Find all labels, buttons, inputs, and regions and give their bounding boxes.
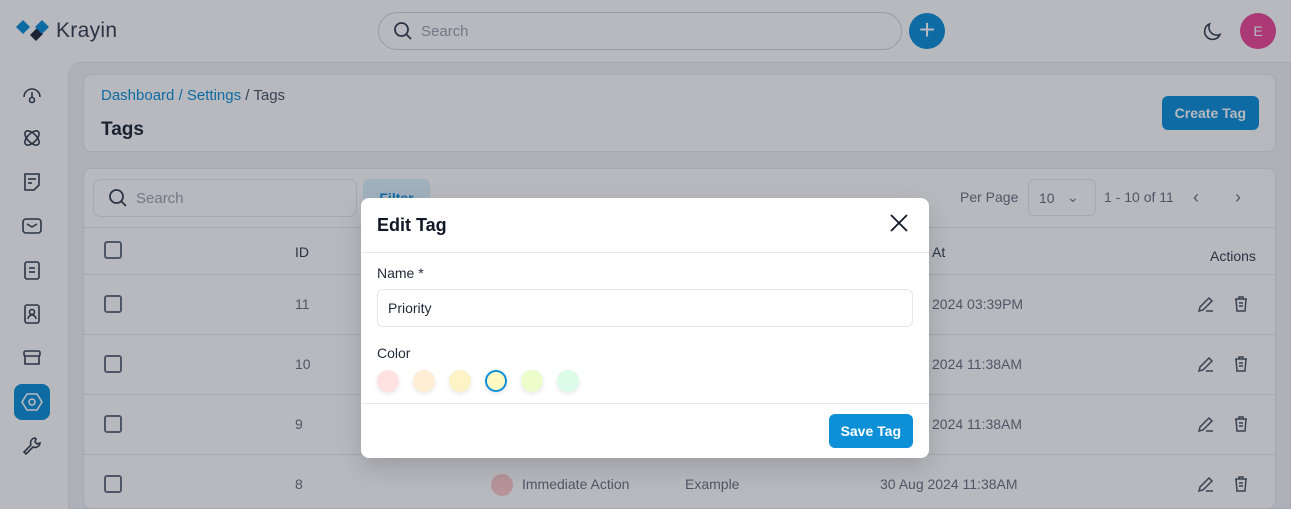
color-swatch[interactable] <box>485 370 507 392</box>
color-swatch[interactable] <box>413 370 435 392</box>
name-label: Name * <box>377 265 424 281</box>
close-icon[interactable] <box>889 213 909 233</box>
modal-title: Edit Tag <box>377 215 447 235</box>
color-swatch[interactable] <box>449 370 471 392</box>
save-tag-button[interactable]: Save Tag <box>828 414 913 448</box>
color-swatch[interactable] <box>377 370 399 392</box>
color-swatch[interactable] <box>557 370 579 392</box>
divider <box>361 252 929 253</box>
edit-tag-modal: Edit Tag Name * Color Save Tag <box>361 198 929 458</box>
color-label: Color <box>377 345 411 361</box>
divider <box>361 403 929 404</box>
name-input[interactable] <box>377 289 913 327</box>
color-swatch[interactable] <box>521 370 543 392</box>
